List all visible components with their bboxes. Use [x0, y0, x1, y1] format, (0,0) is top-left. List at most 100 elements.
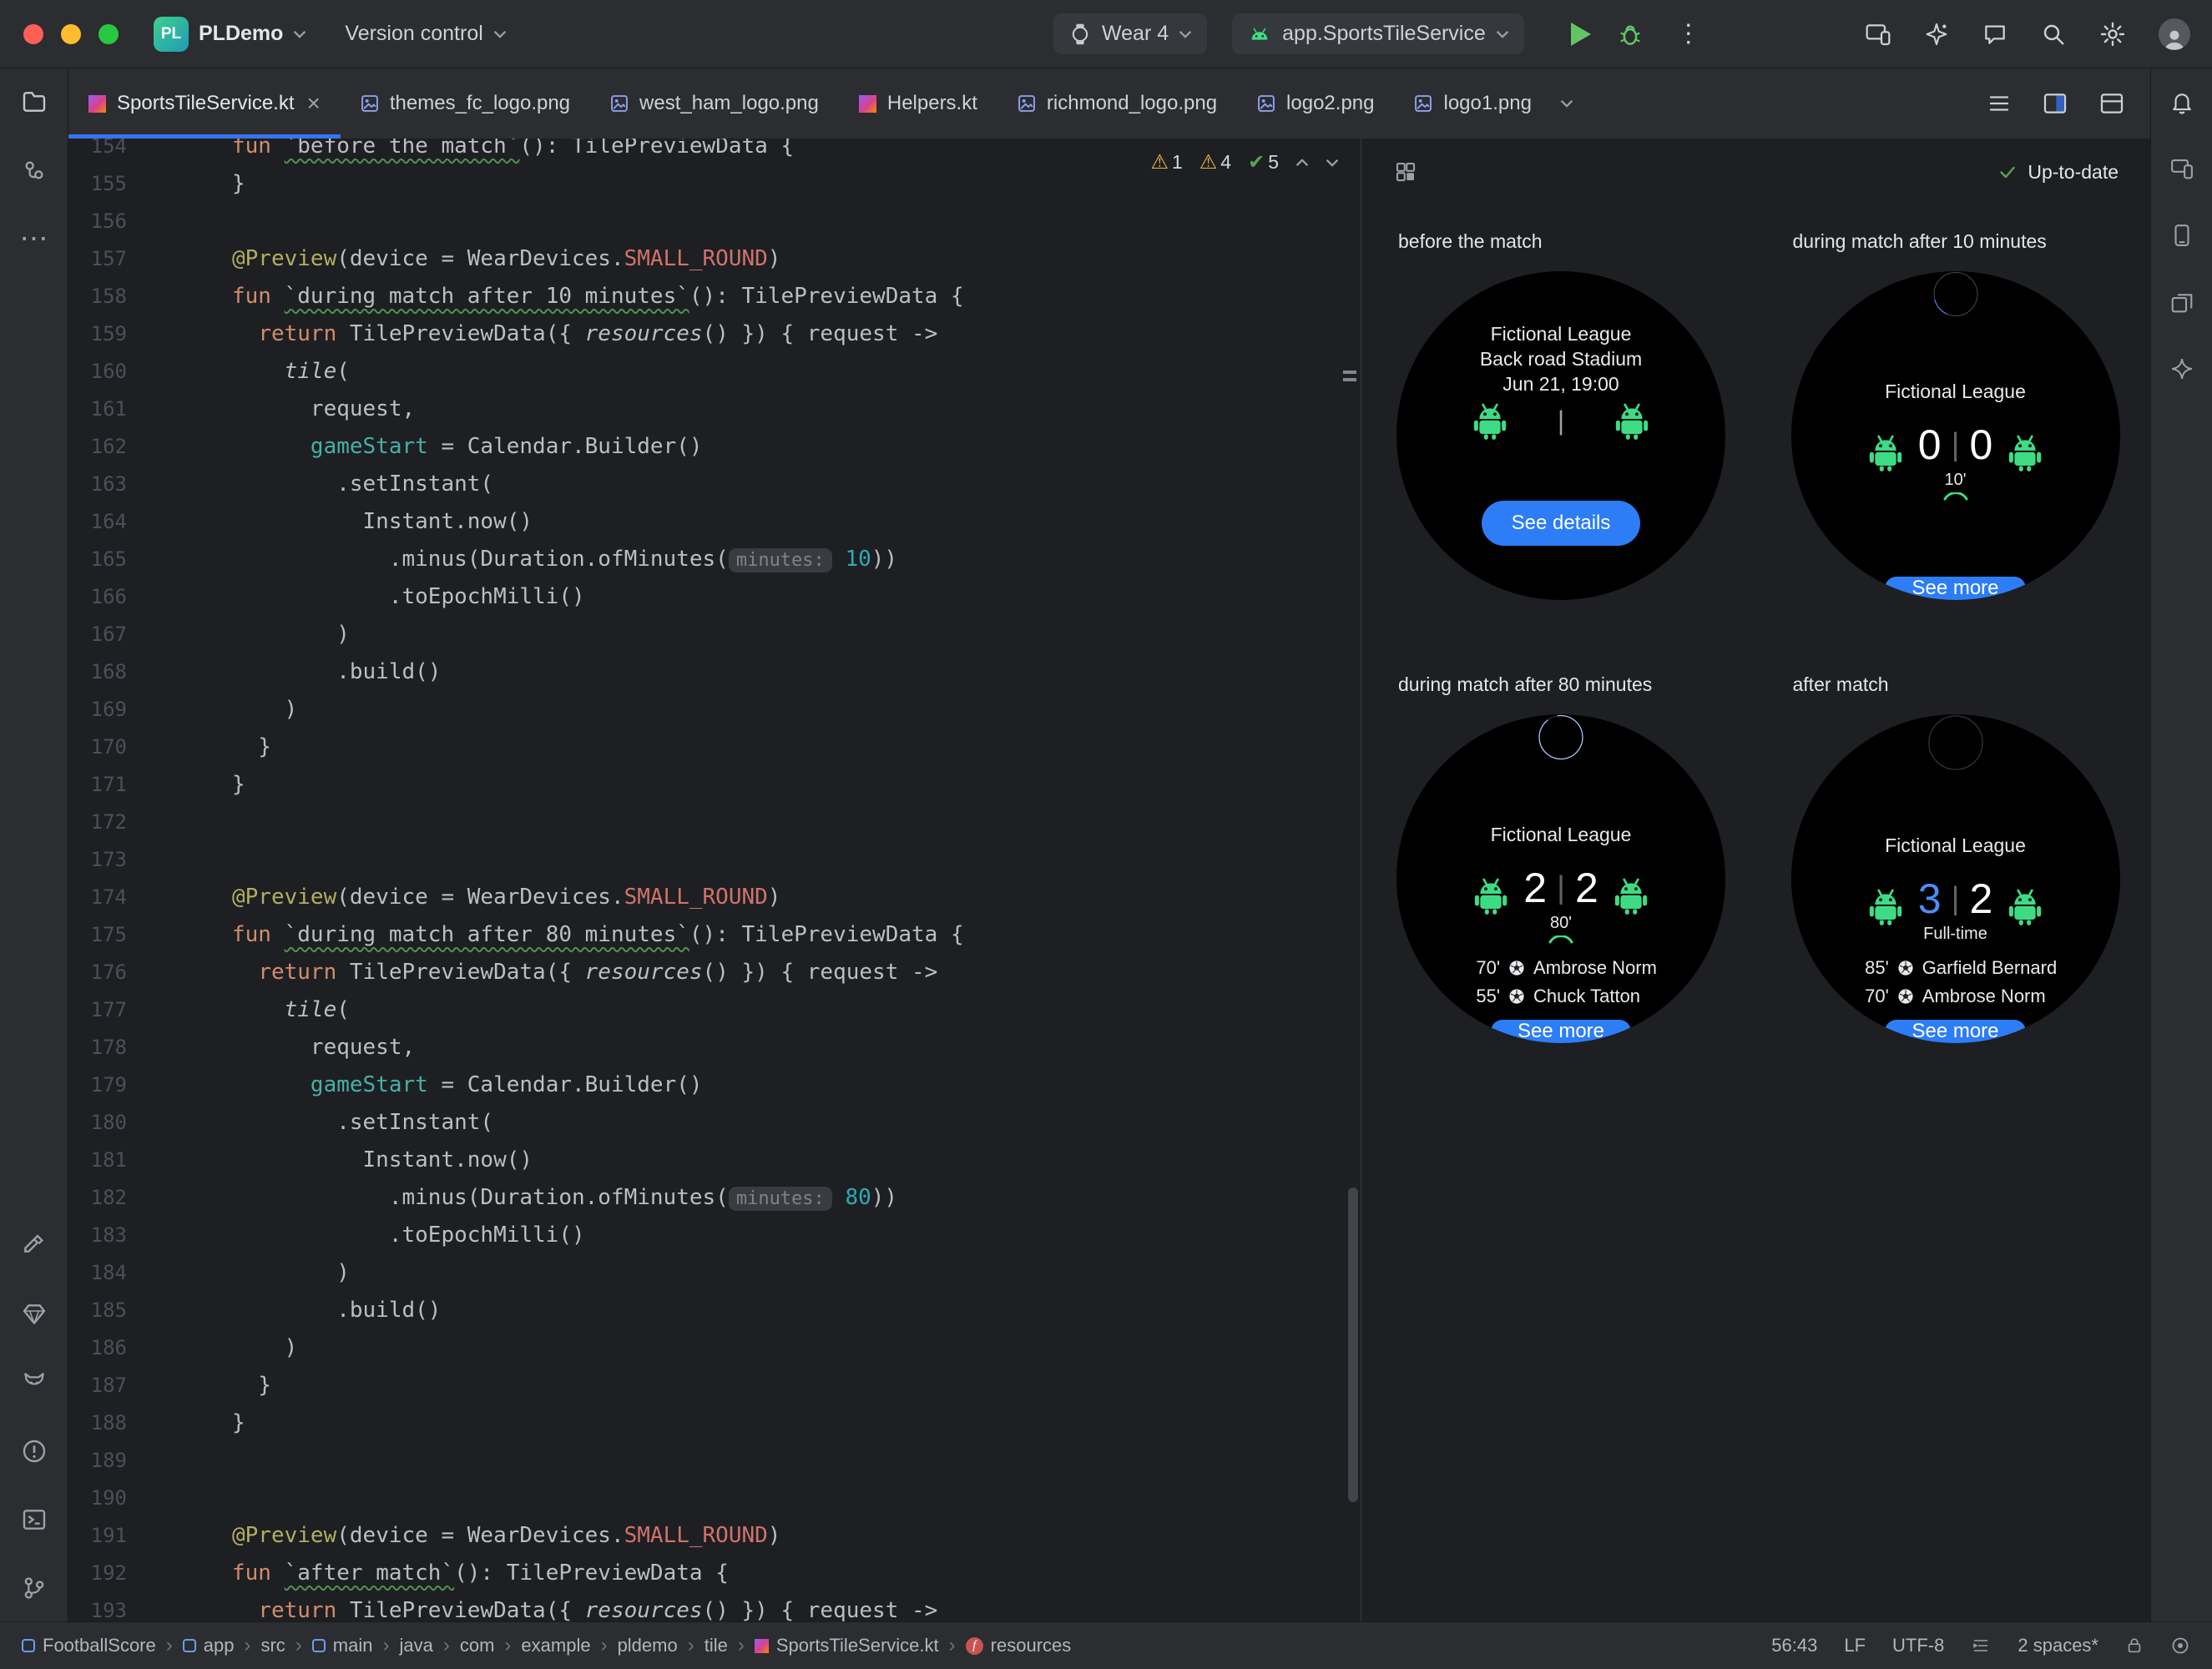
vcs-widget[interactable]: Version control [345, 22, 506, 46]
editor-layout-icon[interactable] [2098, 90, 2125, 117]
code-line[interactable]: 182 .minus(Duration.ofMinutes(minutes: 8… [68, 1178, 1361, 1216]
code-line[interactable]: 170 } [68, 728, 1361, 765]
ai-assistant-icon[interactable] [1923, 21, 1950, 48]
gemini-tool-icon[interactable] [2165, 352, 2199, 386]
breadcrumb-item-app[interactable]: app [182, 1635, 234, 1656]
watch-tile-preview[interactable]: Fictional League 3 | 2 Full-time 85' Garfield … [1790, 714, 2120, 1043]
breadcrumb-item-com[interactable]: com [460, 1635, 495, 1656]
project-tool-icon[interactable] [18, 85, 51, 118]
code-line[interactable]: 173 [68, 840, 1361, 878]
code-line[interactable]: 156 [68, 202, 1361, 240]
breadcrumb-item-main[interactable]: main [311, 1635, 372, 1656]
code-line[interactable]: 180 .setInstant( [68, 1103, 1361, 1141]
app-quality-insights-tool-icon[interactable] [18, 1298, 51, 1331]
run-configuration-selector[interactable]: app.SportsTileService [1232, 13, 1524, 54]
user-avatar[interactable] [2159, 18, 2190, 50]
watch-tile-preview[interactable]: Fictional League 0 | 0 10' See more [1790, 271, 2120, 600]
next-problem-icon[interactable] [1326, 159, 1339, 167]
breadcrumb-item-src[interactable]: src [260, 1635, 285, 1656]
code-line[interactable]: 166 .toEpochMilli() [68, 577, 1361, 615]
code-line[interactable]: 193 return TilePreviewData({ resources()… [68, 1591, 1361, 1622]
code-line[interactable]: 172 [68, 803, 1361, 840]
more-actions-button[interactable]: ⋮ [1676, 19, 1703, 48]
code-line[interactable]: 171} [68, 765, 1361, 803]
file-encoding[interactable]: UTF-8 [1892, 1635, 1944, 1656]
minimize-window-button[interactable] [61, 23, 81, 44]
inspections-widget[interactable]: ⚠ 1 ⚠ 4 ✔ 5 [1150, 150, 1339, 174]
running-devices-tool-icon[interactable] [2165, 152, 2199, 185]
code-line[interactable]: 164 Instant.now() [68, 502, 1361, 540]
search-icon[interactable] [2040, 21, 2067, 48]
tab-logo2.png[interactable]: logo2.png [1237, 68, 1394, 139]
code-line[interactable]: 158 fun `during match after 10 minutes`()… [68, 277, 1361, 315]
code-with-me-icon[interactable] [1982, 21, 2008, 48]
close-window-button[interactable] [23, 23, 43, 44]
editor-tabs-list-icon[interactable] [1987, 91, 2012, 116]
code-line[interactable]: 191 @Preview(device = WearDevices.SMALL_R… [68, 1516, 1361, 1554]
weak-warning-count[interactable]: ⚠ 1 [1150, 150, 1182, 174]
grid-view-icon[interactable] [1393, 159, 1418, 184]
code-line[interactable]: 183 .toEpochMilli() [68, 1216, 1361, 1253]
tab-Helpers.kt[interactable]: Helpers.kt [839, 68, 997, 139]
code-line[interactable]: 177 tile( [68, 991, 1361, 1028]
code-line[interactable]: 184 ) [68, 1253, 1361, 1291]
code-line[interactable]: 178 request, [68, 1028, 1361, 1066]
device-mirroring-icon[interactable] [1865, 21, 1891, 48]
code-line[interactable]: 181 Instant.now() [68, 1141, 1361, 1178]
previous-problem-icon[interactable] [1295, 158, 1309, 167]
breadcrumb-item-java[interactable]: java [399, 1635, 432, 1656]
caret-position[interactable]: 56:43 [1771, 1635, 1817, 1656]
indent-icon[interactable] [1971, 1636, 1991, 1656]
notifications-icon[interactable] [2165, 85, 2199, 118]
breadcrumb-item-example[interactable]: example [521, 1635, 590, 1656]
project-widget[interactable]: PL PLDemo [154, 16, 306, 52]
watch-tile-preview[interactable]: Fictional League 2 | 2 80' 70' Ambrose Norm 55'… [1396, 714, 1725, 1043]
layout-inspector-tool-icon[interactable] [2165, 285, 2199, 319]
passed-count[interactable]: ✔ 5 [1248, 150, 1279, 174]
code-line[interactable]: 167 ) [68, 615, 1361, 653]
device-selector[interactable]: Wear 4 [1053, 13, 1208, 54]
code-line[interactable]: 161 request, [68, 390, 1361, 427]
settings-icon[interactable] [2098, 20, 2127, 48]
breadcrumb-item-pldemo[interactable]: pldemo [618, 1635, 678, 1656]
tab-themes_fc_logo.png[interactable]: themes_fc_logo.png [341, 68, 590, 139]
breadcrumb-item-SportsTileService.kt[interactable]: SportsTileService.kt [754, 1635, 939, 1656]
code-line[interactable]: 190 [68, 1479, 1361, 1516]
run-button[interactable] [1570, 22, 1591, 46]
code-line[interactable]: 175 fun `during match after 80 minutes`()… [68, 915, 1361, 953]
logcat-tool-icon[interactable] [18, 1366, 51, 1399]
hidden-tabs-dropdown[interactable] [1552, 68, 1582, 139]
breadcrumb-item-FootballScore[interactable]: FootballScore [22, 1635, 156, 1656]
tab-SportsTileService.kt[interactable]: SportsTileService.kt × [68, 68, 341, 139]
problems-tool-icon[interactable] [18, 1435, 51, 1468]
code-line[interactable]: 189 [68, 1441, 1361, 1479]
lock-icon[interactable] [2125, 1636, 2144, 1656]
zoom-window-button[interactable] [98, 23, 119, 44]
code-line[interactable]: 169 ) [68, 690, 1361, 728]
code-line[interactable]: 159 return TilePreviewData({ resources()… [68, 315, 1361, 352]
line-separator[interactable]: LF [1844, 1635, 1866, 1656]
tab-logo1.png[interactable]: logo1.png [1394, 68, 1551, 139]
editor-scrollbar[interactable] [1348, 1187, 1358, 1502]
code-line[interactable]: 186 ) [68, 1329, 1361, 1366]
breadcrumb-item-tile[interactable]: tile [705, 1635, 728, 1656]
code-line[interactable]: 162 gameStart = Calendar.Builder() [68, 427, 1361, 465]
code-line[interactable]: 188} [68, 1404, 1361, 1441]
code-line[interactable]: 174 @Preview(device = WearDevices.SMALL_R… [68, 878, 1361, 915]
debug-button[interactable] [1616, 20, 1644, 48]
breadcrumb-item-resources[interactable]: f resources [965, 1635, 1071, 1656]
warning-count[interactable]: ⚠ 4 [1199, 150, 1231, 174]
watch-tile-preview[interactable]: Fictional League Back road Stadium Jun 21,… [1396, 271, 1725, 600]
build-tool-icon[interactable] [18, 1229, 51, 1263]
code-line[interactable]: 157 @Preview(device = WearDevices.SMALL_R… [68, 240, 1361, 277]
tab-richmond_logo.png[interactable]: richmond_logo.png [997, 68, 1237, 139]
code-line[interactable]: 160 tile( [68, 352, 1361, 390]
split-editor-icon[interactable] [2042, 90, 2068, 117]
code-editor[interactable]: 154 fun `before the match`(): TilePreview… [68, 139, 1361, 1621]
code-line[interactable]: 165 .minus(Duration.ofMinutes(minutes: 1… [68, 540, 1361, 577]
code-line[interactable]: 185 .build() [68, 1291, 1361, 1329]
code-line[interactable]: 179 gameStart = Calendar.Builder() [68, 1066, 1361, 1103]
tab-west_ham_logo.png[interactable]: west_ham_logo.png [590, 68, 839, 139]
close-tab-icon[interactable]: × [307, 90, 321, 117]
pull-requests-tool-icon[interactable] [18, 154, 51, 187]
